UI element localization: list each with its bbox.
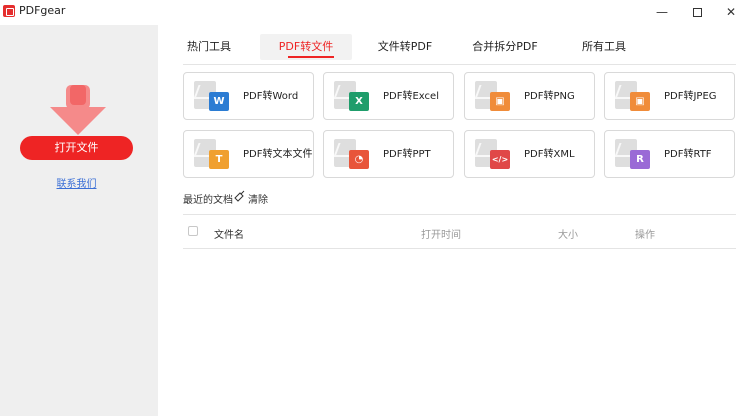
app-logo-icon	[3, 5, 15, 17]
tool-label: PDF转Word	[243, 91, 299, 102]
title-bar: PDFgear — ✕	[0, 0, 736, 25]
ppt-icon: ◔	[349, 150, 369, 169]
excel-icon: X	[349, 92, 369, 111]
jpeg-icon: ▣	[630, 92, 650, 111]
tab-all-tools[interactable]: 所有工具	[580, 34, 628, 60]
table-header-bottom-divider	[183, 248, 736, 249]
xml-icon: </>	[490, 150, 510, 169]
column-header-size[interactable]: 大小	[558, 226, 578, 241]
clear-button[interactable]: 清除	[248, 191, 268, 206]
tool-card-pdf-to-ppt[interactable]: ◔ PDF转PPT	[323, 130, 454, 178]
column-header-filename[interactable]: 文件名	[214, 226, 244, 241]
maximize-button[interactable]	[683, 2, 711, 22]
open-file-button[interactable]: 打开文件	[20, 136, 133, 160]
word-icon: W	[209, 92, 229, 111]
png-icon: ▣	[490, 92, 510, 111]
rtf-icon: R	[630, 150, 650, 169]
tool-label: PDF转RTF	[664, 149, 712, 160]
select-all-checkbox[interactable]	[188, 226, 198, 236]
tool-label: PDF转XML	[524, 149, 575, 160]
recent-documents-title: 最近的文档	[183, 195, 233, 206]
tab-file-to-pdf[interactable]: 文件转PDF	[374, 34, 436, 60]
contact-us-link[interactable]: 联系我们	[0, 175, 153, 190]
tool-label: PDF转PPT	[383, 149, 431, 160]
window-title: PDFgear	[19, 4, 66, 17]
download-arrow-icon	[50, 85, 106, 135]
tab-hot-tools[interactable]: 热门工具	[186, 34, 232, 60]
tool-label: PDF转JPEG	[664, 91, 717, 102]
tool-label: PDF转Excel	[383, 91, 439, 102]
tool-card-pdf-to-text[interactable]: T PDF转文本文件	[183, 130, 314, 178]
tool-label: PDF转文本文件	[243, 149, 313, 160]
minimize-button[interactable]: —	[648, 2, 676, 22]
tool-card-pdf-to-excel[interactable]: X PDF转Excel	[323, 72, 454, 120]
column-header-open-time[interactable]: 打开时间	[421, 226, 461, 241]
tool-card-pdf-to-png[interactable]: ▣ PDF转PNG	[464, 72, 595, 120]
tool-card-pdf-to-word[interactable]: W PDF转Word	[183, 72, 314, 120]
tool-card-pdf-to-jpeg[interactable]: ▣ PDF转JPEG	[604, 72, 735, 120]
text-icon: T	[209, 150, 229, 169]
column-header-actions: 操作	[635, 230, 655, 241]
tool-card-pdf-to-rtf[interactable]: R PDF转RTF	[604, 130, 735, 178]
tab-merge-split-pdf[interactable]: 合并拆分PDF	[469, 34, 541, 60]
active-tab-indicator	[288, 56, 334, 58]
tabs-divider	[183, 64, 736, 65]
app-window: PDFgear — ✕ 打开文件 联系我们 热门工具 PDF转文件 文件转PDF…	[0, 0, 736, 416]
table-header-divider	[183, 214, 736, 215]
tool-card-pdf-to-xml[interactable]: </> PDF转XML	[464, 130, 595, 178]
maximize-icon	[692, 8, 702, 17]
close-button[interactable]: ✕	[717, 2, 736, 22]
sidebar: 打开文件 联系我们	[0, 25, 158, 416]
tool-label: PDF转PNG	[524, 91, 575, 102]
broom-icon[interactable]	[234, 190, 246, 202]
